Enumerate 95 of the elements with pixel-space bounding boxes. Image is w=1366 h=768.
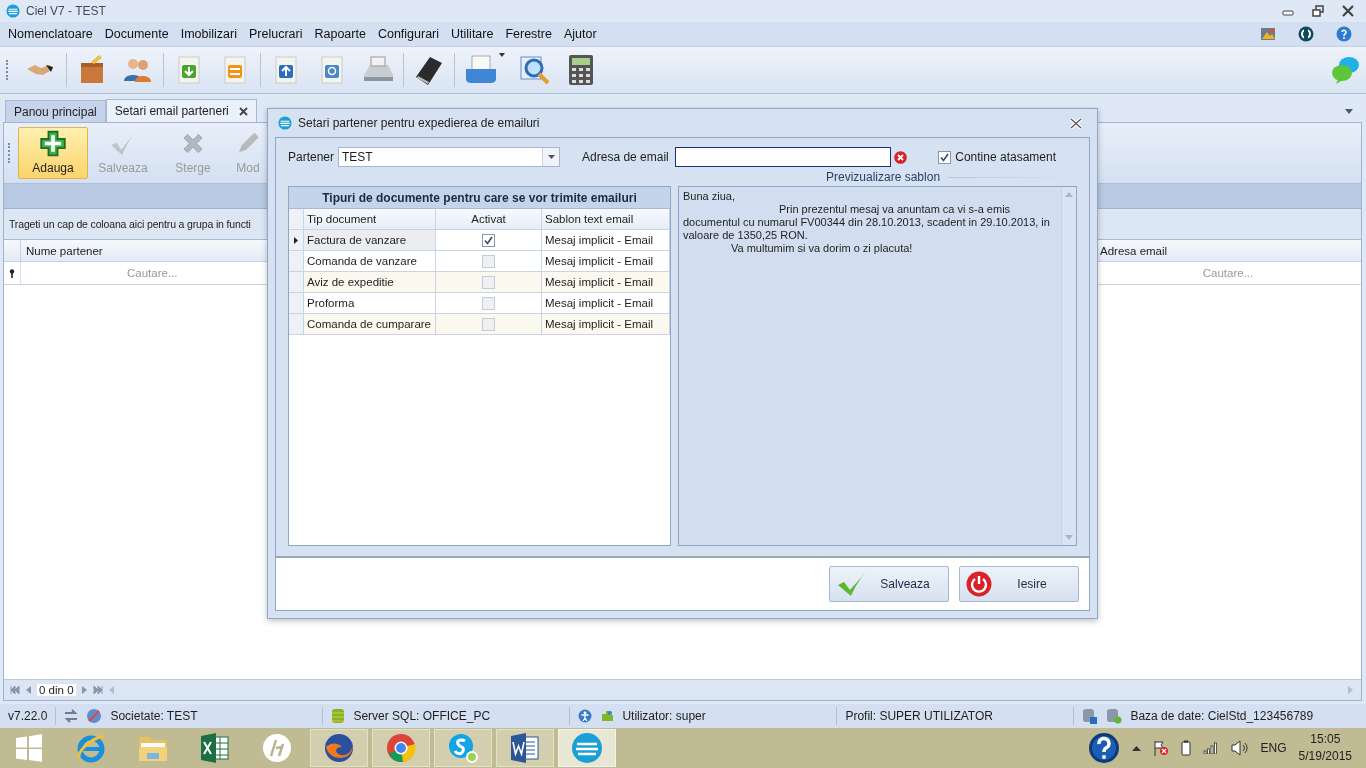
previous-icon[interactable] <box>26 686 31 694</box>
fox-globe-icon[interactable] <box>323 732 355 764</box>
database-label: Baza de date: CielStd_123456789 <box>1130 709 1314 723</box>
menu-item[interactable]: Prelucrari <box>242 27 309 41</box>
table-cell: Mesaj implicit - Email <box>542 314 670 335</box>
tab[interactable]: Setari email parteneri <box>105 99 257 122</box>
menu-item[interactable]: Imobilizari <box>174 27 243 41</box>
menu-item[interactable]: Ferestre <box>499 27 558 41</box>
help-icon[interactable] <box>1087 732 1120 764</box>
chat-bubbles-icon[interactable] <box>1330 55 1360 85</box>
row-pointer-icon <box>294 236 298 244</box>
language-indicator[interactable]: ENG <box>1260 741 1287 755</box>
checkbox-label[interactable]: Contine atasament <box>955 150 1056 164</box>
message-text: Va multumim si va dorim o zi placuta! <box>730 242 914 255</box>
filter-icon <box>9 268 15 278</box>
arrows-icon <box>64 709 79 723</box>
round-browser-icon[interactable] <box>385 732 417 764</box>
flag-icon[interactable] <box>1152 740 1169 756</box>
page-counter: 0 din 0 <box>37 684 76 696</box>
app-logo-icon[interactable] <box>571 732 603 764</box>
close-icon[interactable] <box>1070 117 1082 129</box>
close-icon[interactable] <box>238 106 248 116</box>
first-page-icon[interactable] <box>10 686 20 694</box>
menu-item[interactable]: Utilitare <box>445 27 500 41</box>
app-logo-icon <box>6 4 20 18</box>
partner-dropdown[interactable]: TEST <box>338 147 561 167</box>
database-icon <box>1106 708 1123 724</box>
globe-icon <box>86 708 103 724</box>
group-hint: Trageti un cap de coloana aici pentru a grupa in functi <box>9 218 251 230</box>
menu-item[interactable]: Ajutor <box>557 27 603 41</box>
signal-icon[interactable] <box>1202 742 1219 754</box>
error-icon <box>893 150 907 164</box>
chat-s-icon[interactable] <box>447 732 479 764</box>
email-field[interactable] <box>674 147 891 167</box>
close-icon[interactable] <box>1342 5 1354 17</box>
company-label: Societate: TEST <box>110 709 198 723</box>
checkbox[interactable] <box>482 317 495 331</box>
dialog-title: Setari partener pentru expedierea de emailuri <box>298 116 540 130</box>
partner-label: Partener <box>288 150 335 164</box>
battery-icon[interactable] <box>1180 740 1191 756</box>
circle-logo-icon[interactable] <box>262 733 292 763</box>
checkbox[interactable] <box>482 296 495 310</box>
row-header-corner <box>289 209 304 230</box>
plus-icon <box>37 129 69 158</box>
table-cell: Factura de vanzare <box>304 230 436 251</box>
save-button[interactable]: Salveaza <box>829 566 949 602</box>
checkbox[interactable] <box>938 150 952 164</box>
database-save-icon <box>1082 708 1099 724</box>
user-label: Utilizator: super <box>622 709 706 723</box>
table-cell: Aviz de expeditie <box>304 272 436 293</box>
menu-item[interactable]: Rapoarte <box>308 27 372 41</box>
accessibility-icon <box>578 709 593 723</box>
refresh-icon[interactable] <box>1298 26 1314 42</box>
profile-label: Profil: SUPER UTILIZATOR <box>845 709 993 723</box>
restore-icon[interactable] <box>1312 5 1324 17</box>
clock[interactable]: 15:05 5/19/2015 <box>1298 731 1352 765</box>
server-label: Server SQL: OFFICE_PC <box>353 709 491 723</box>
caret-icon[interactable] <box>499 53 505 57</box>
checkbox[interactable] <box>482 254 495 268</box>
section-label: Previzualizare sablon <box>826 170 941 184</box>
table-cell: Comanda de cumparare <box>304 314 436 335</box>
preview-icon[interactable] <box>517 53 551 87</box>
menu-item[interactable]: Documente <box>98 27 175 41</box>
last-page-icon[interactable] <box>92 686 103 694</box>
table-cell: Mesaj implicit - Email <box>542 272 670 293</box>
puzzle-icon <box>600 709 615 723</box>
checkbox[interactable] <box>482 275 495 289</box>
version-label: v7.22.0 <box>8 709 48 723</box>
column-header[interactable]: Sablon text email <box>542 209 670 230</box>
spreadsheet-icon[interactable] <box>200 733 230 763</box>
caret-up-icon[interactable] <box>1131 745 1141 751</box>
browser-icon[interactable] <box>75 732 107 764</box>
message-text: Prin prezentul mesaj va anuntam ca vi s-a emis documentul cu numarul FV00344 din 28.10.2013, scadent in 29.10.2013, in valoare de 1350,25 RON. <box>683 203 1051 242</box>
table-cell: Mesaj implicit - Email <box>542 230 670 251</box>
volume-icon[interactable] <box>1230 740 1249 756</box>
tab[interactable]: Panou principal <box>5 100 106 122</box>
caret-icon[interactable] <box>547 155 555 159</box>
menu-item[interactable]: Nomenclatoare <box>2 27 99 41</box>
email-label: Adresa de email <box>582 150 669 164</box>
windows-icon[interactable] <box>15 734 43 762</box>
database-icon <box>331 708 346 724</box>
row-selector[interactable] <box>289 230 304 251</box>
word-processor-icon[interactable] <box>510 733 540 763</box>
window-title: Ciel V7 - TEST <box>26 4 107 18</box>
exit-button[interactable]: Iesire <box>959 566 1079 602</box>
caret-icon[interactable] <box>1345 109 1353 114</box>
menu-item[interactable]: Configurari <box>371 27 446 41</box>
message-text: Buna ziua, <box>683 190 736 203</box>
toolbar-button[interactable]: Adauga <box>18 127 88 179</box>
image-icon[interactable] <box>1260 26 1276 42</box>
power-icon <box>966 571 992 597</box>
next-icon[interactable] <box>81 686 87 694</box>
table-title: Tipuri de documente pentru care se vor trimite emailuri <box>289 187 670 209</box>
app-logo-icon <box>278 116 292 130</box>
checkbox[interactable] <box>482 233 495 247</box>
